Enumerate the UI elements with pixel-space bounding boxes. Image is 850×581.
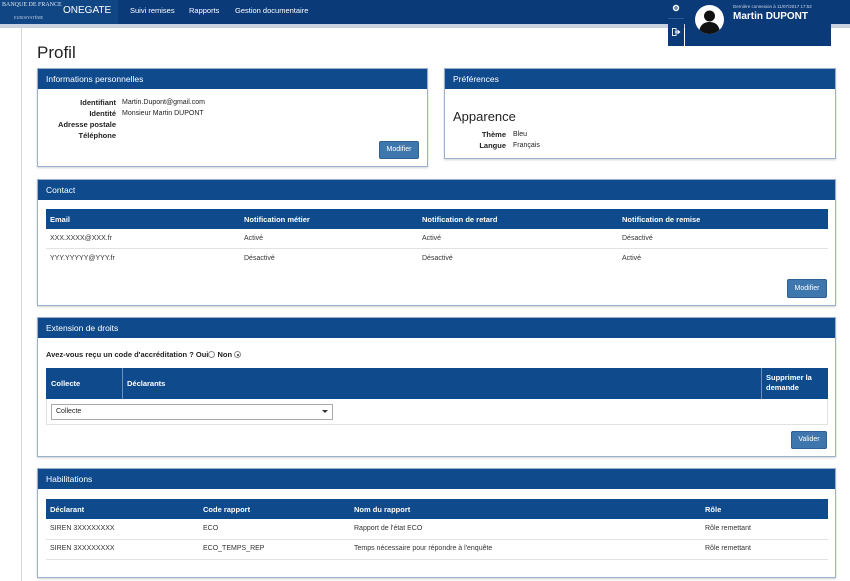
- contact-modify-button[interactable]: Modifier: [787, 279, 827, 298]
- logo-subtext: EUROSYSTÈME: [14, 15, 44, 20]
- logout-icon[interactable]: [668, 24, 684, 40]
- table-cell: SIREN 3XXXXXXXX: [50, 545, 115, 552]
- value-theme: Bleu: [513, 131, 528, 138]
- table-cell: YYY.YYYYY@YYY.fr: [50, 255, 115, 262]
- label-theme: Thème: [481, 130, 506, 139]
- col-code-rapport: Code rapport: [203, 505, 251, 514]
- preferences-panel: Préférences Apparence Thème Langue Bleu …: [444, 68, 836, 159]
- col-role: Rôle: [705, 505, 722, 514]
- header-divider: [761, 368, 762, 399]
- row-divider: [46, 539, 828, 540]
- col-email: Email: [50, 215, 71, 224]
- col-supprimer-line2: demande: [766, 383, 799, 392]
- radio-yes[interactable]: [208, 351, 216, 358]
- table-cell: SIREN 3XXXXXXXX: [50, 525, 115, 532]
- logo-text: BANQUE DE FRANCE: [2, 2, 62, 8]
- extension-title: Extension de droits: [38, 318, 835, 338]
- table-cell: Rôle remettant: [705, 545, 751, 552]
- table-cell: ECO: [203, 525, 219, 532]
- extension-panel: Extension de droits Avez-vous reçu un co…: [37, 317, 836, 457]
- col-notif-retard: Notification de retard: [422, 215, 498, 224]
- personal-info-panel: Informations personnelles Identifiant Id…: [37, 68, 428, 167]
- collecte-select[interactable]: Collecte: [51, 404, 333, 420]
- icon-separator: [668, 18, 684, 19]
- table-cell: Activé: [244, 235, 264, 242]
- label-telephone: Téléphone: [78, 131, 116, 140]
- col-declarant: Déclarant: [50, 505, 85, 514]
- nav-rapports[interactable]: Rapports: [189, 6, 219, 15]
- value-identifiant: Martin.Dupont@gmail.com: [122, 99, 205, 106]
- appearance-heading: Apparence: [453, 109, 516, 124]
- col-collecte: Collecte: [51, 379, 81, 388]
- nav-suivi-remises[interactable]: Suivi remises: [130, 6, 175, 15]
- habilitations-title: Habilitations: [38, 469, 835, 489]
- nav-gestion-documentaire[interactable]: Gestion documentaire: [235, 6, 308, 15]
- habilitations-table-header: Déclarant Code rapport Nom du rapport Rô…: [46, 499, 828, 519]
- page-title: Profil: [37, 43, 76, 62]
- col-supprimer-line1: Supprimer la: [766, 373, 812, 382]
- preferences-title: Préférences: [445, 69, 835, 89]
- table-cell: Désactivé: [622, 235, 653, 242]
- value-identite: Monsieur Martin DUPONT: [122, 110, 204, 117]
- label-adresse: Adresse postale: [58, 120, 116, 129]
- app-name[interactable]: ONEGATE: [63, 5, 111, 16]
- last-connection-text: Dernière connexion à 11/07/2017 17:52: [733, 4, 812, 9]
- label-identite: Identité: [89, 109, 116, 118]
- table-cell: Désactivé: [244, 255, 275, 262]
- radio-no[interactable]: [234, 351, 242, 358]
- contact-panel: Contact Email Notification métier Notifi…: [37, 179, 836, 306]
- accreditation-question-row: Avez-vous reçu un code d'accréditation ?…: [46, 350, 242, 359]
- user-panel[interactable]: Dernière connexion à 11/07/2017 17:52 Ma…: [685, 0, 831, 46]
- label-langue: Langue: [479, 141, 506, 150]
- table-cell: Rapport de l'état ECO: [354, 525, 423, 532]
- collecte-select-value: Collecte: [56, 408, 82, 415]
- personal-info-title: Informations personnelles: [38, 69, 427, 89]
- col-notif-remise: Notification de remise: [622, 215, 701, 224]
- label-identifiant: Identifiant: [80, 98, 116, 107]
- chevron-down-icon: [322, 410, 328, 413]
- table-cell: Rôle remettant: [705, 525, 751, 532]
- table-cell: Activé: [622, 255, 642, 262]
- header-divider: [122, 368, 123, 399]
- value-langue: Français: [513, 142, 540, 149]
- col-declarants: Déclarants: [127, 379, 166, 388]
- contact-title: Contact: [38, 180, 835, 200]
- left-divider: [21, 28, 22, 581]
- table-cell: Temps nécessaire pour répondre à l'enquê…: [354, 545, 493, 552]
- col-notif-metier: Notification métier: [244, 215, 310, 224]
- option-no-label: Non: [217, 350, 233, 359]
- option-yes-label: Oui: [195, 350, 209, 359]
- personal-modify-button[interactable]: Modifier: [379, 141, 419, 159]
- habilitations-panel: Habilitations Déclarant Code rapport Nom…: [37, 468, 836, 578]
- accreditation-question: Avez-vous reçu un code d'accréditation ?: [46, 350, 194, 359]
- contact-table-header: Email Notification métier Notification d…: [46, 209, 828, 229]
- row-divider: [46, 248, 828, 249]
- validate-button[interactable]: Valider: [791, 431, 827, 449]
- gear-icon[interactable]: [668, 0, 684, 16]
- row-divider: [46, 559, 828, 560]
- col-nom-rapport: Nom du rapport: [354, 505, 411, 514]
- table-cell: Désactivé: [422, 255, 453, 262]
- user-avatar-icon: [695, 5, 724, 34]
- table-cell: XXX.XXXX@XXX.fr: [50, 235, 112, 242]
- header-icon-column: [668, 0, 684, 46]
- extension-table-header: Collecte Déclarants Supprimer la demande: [46, 368, 828, 399]
- table-cell: Activé: [422, 235, 442, 242]
- user-name: Martin DUPONT: [733, 11, 808, 22]
- table-cell: ECO_TEMPS_REP: [203, 545, 265, 552]
